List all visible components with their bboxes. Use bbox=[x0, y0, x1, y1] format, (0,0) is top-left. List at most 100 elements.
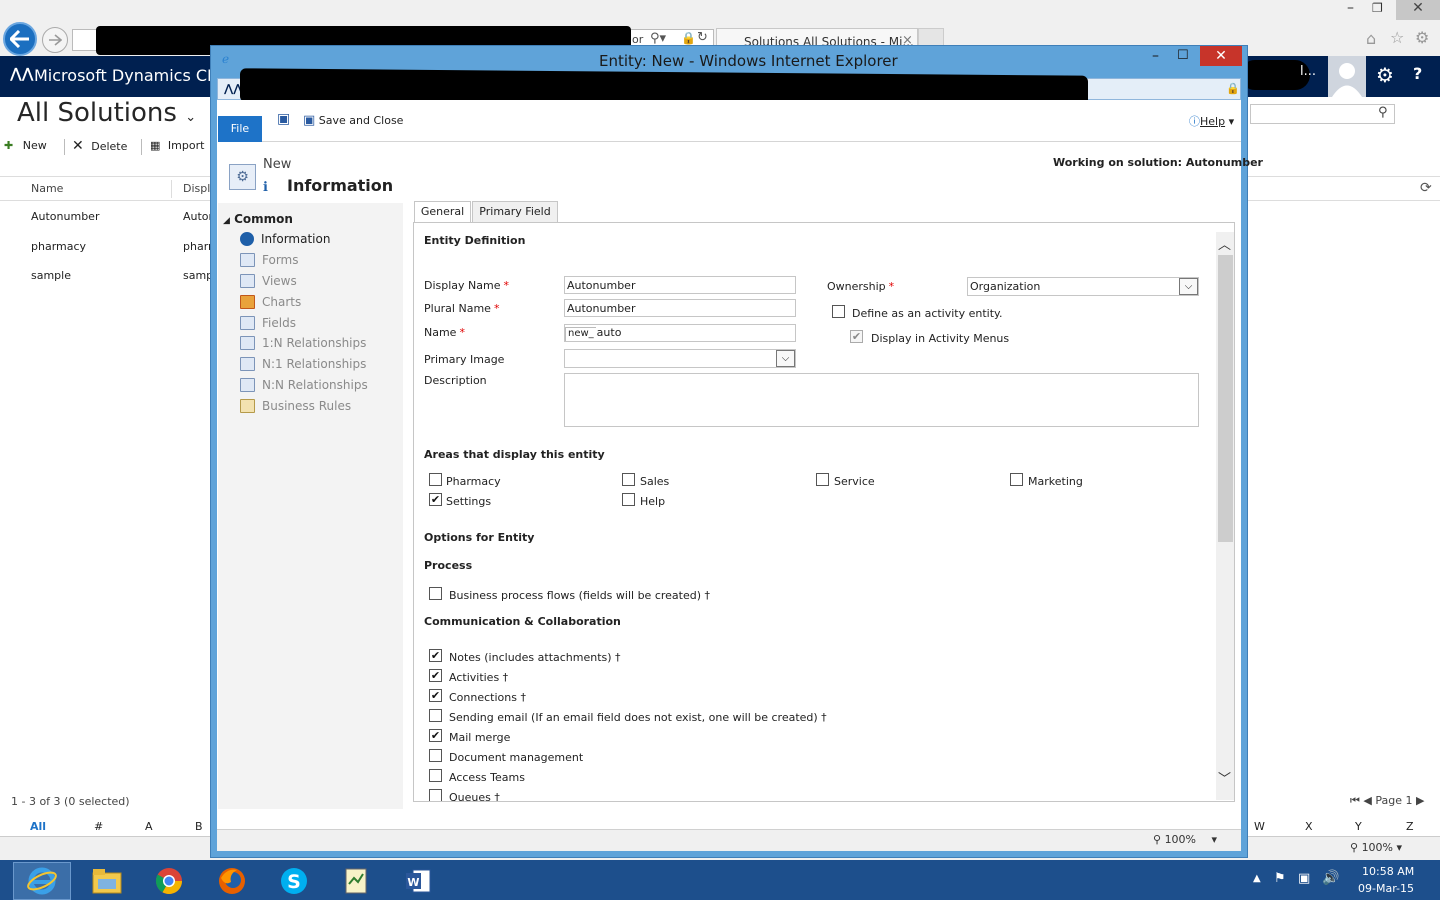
popup-minimize-icon[interactable]: – bbox=[1152, 48, 1159, 64]
alpha-y[interactable]: Y bbox=[1355, 820, 1362, 833]
mail-merge-checkbox[interactable]: ✔ bbox=[429, 729, 442, 742]
scrollbar-thumb[interactable] bbox=[1218, 255, 1233, 542]
new-button[interactable]: ✚ New bbox=[4, 139, 47, 152]
notes-checkbox[interactable]: ✔ bbox=[429, 649, 442, 662]
avatar[interactable] bbox=[1328, 56, 1366, 97]
nav-item-fields[interactable]: Fields bbox=[240, 314, 296, 332]
back-button[interactable] bbox=[3, 22, 37, 56]
description-textarea[interactable] bbox=[564, 373, 1199, 427]
home-icon[interactable]: ⌂ bbox=[1366, 29, 1376, 48]
zoom-dropdown-icon[interactable]: ▾ bbox=[1212, 833, 1218, 846]
settings-gear-icon[interactable]: ⚙ bbox=[1376, 63, 1394, 87]
delete-button[interactable]: ✕ Delete bbox=[72, 138, 127, 154]
file-button[interactable]: File bbox=[218, 116, 262, 142]
taskbar-explorer-icon[interactable] bbox=[78, 862, 136, 900]
taskbar-chrome-icon[interactable] bbox=[140, 862, 198, 900]
tab-general[interactable]: General bbox=[414, 201, 471, 223]
nav-item-forms[interactable]: Forms bbox=[240, 251, 298, 269]
prev-page-icon[interactable]: ◀ bbox=[1363, 794, 1371, 807]
tray-network-icon[interactable]: ▣ bbox=[1298, 871, 1310, 886]
forward-button[interactable] bbox=[42, 27, 68, 53]
first-page-icon[interactable]: ⏮ bbox=[1350, 794, 1360, 807]
tray-date[interactable]: 09-Mar-15 bbox=[1358, 882, 1414, 895]
tab-primary-field[interactable]: Primary Field bbox=[472, 201, 558, 223]
nav-item-business-rules[interactable]: Business Rules bbox=[240, 397, 351, 415]
taskbar-skype-icon[interactable]: S bbox=[265, 862, 323, 900]
activities-checkbox[interactable]: ✔ bbox=[429, 669, 442, 682]
bg-zoom[interactable]: ⚲ 100% ▾ bbox=[1350, 841, 1402, 854]
document-management-checkbox[interactable] bbox=[429, 749, 442, 762]
area-settings-checkbox[interactable]: ✔ bbox=[429, 493, 442, 506]
area-pharmacy-checkbox[interactable] bbox=[429, 473, 442, 486]
nav-item-n1-relationships[interactable]: N:1 Relationships bbox=[240, 355, 366, 373]
save-icon[interactable]: ▣ bbox=[277, 111, 290, 127]
grid-refresh-icon[interactable]: ⟳ bbox=[1420, 180, 1432, 196]
user-ellipsis[interactable]: l... bbox=[1300, 64, 1316, 79]
area-sales-checkbox[interactable] bbox=[622, 473, 635, 486]
page-title[interactable]: All Solutions ⌄ bbox=[17, 98, 196, 128]
tray-volume-icon[interactable]: 🔊 bbox=[1322, 870, 1339, 886]
nav-item-nn-relationships[interactable]: N:N Relationships bbox=[240, 376, 368, 394]
save-close-button[interactable]: ▣ Save and Close bbox=[303, 113, 403, 128]
scroll-down-icon[interactable]: ﹀ bbox=[1218, 768, 1231, 787]
ownership-select[interactable]: Organization bbox=[967, 277, 1199, 296]
tray-time[interactable]: 10:58 AM bbox=[1362, 865, 1414, 878]
queues-checkbox[interactable] bbox=[429, 789, 442, 801]
area-service-checkbox[interactable] bbox=[816, 473, 829, 486]
popup-zoom[interactable]: ⚲ 100% ▾ bbox=[1153, 833, 1217, 846]
sending-email-checkbox[interactable] bbox=[429, 709, 442, 722]
taskbar-ie-icon[interactable] bbox=[13, 862, 71, 900]
area-marketing-checkbox[interactable] bbox=[1010, 473, 1023, 486]
primary-image-dropdown-icon[interactable]: ⌵ bbox=[776, 350, 795, 367]
tools-gear-icon[interactable]: ⚙ bbox=[1415, 28, 1429, 47]
access-teams-checkbox[interactable] bbox=[429, 769, 442, 782]
nav-group-common[interactable]: ◢ Common bbox=[223, 212, 293, 226]
ownership-dropdown-icon[interactable]: ⌵ bbox=[1179, 278, 1198, 295]
taskbar-firefox-icon[interactable] bbox=[203, 862, 261, 900]
nav-item-views[interactable]: Views bbox=[240, 272, 297, 290]
alpha-b[interactable]: B bbox=[195, 820, 203, 833]
help-icon[interactable]: ? bbox=[1413, 64, 1422, 83]
next-page-icon[interactable]: ▶ bbox=[1416, 794, 1424, 807]
connections-checkbox[interactable]: ✔ bbox=[429, 689, 442, 702]
table-row[interactable]: sample samp bbox=[31, 269, 213, 282]
activity-entity-checkbox[interactable] bbox=[832, 305, 845, 318]
taskbar-notepad-icon[interactable] bbox=[327, 862, 385, 900]
tray-flag-icon[interactable]: ⚑ bbox=[1274, 871, 1286, 886]
display-name-field[interactable]: Autonumber bbox=[564, 276, 796, 294]
row-name[interactable]: Autonumber bbox=[31, 210, 99, 223]
search-icon[interactable]: ⚲ bbox=[1378, 105, 1388, 120]
alpha-a[interactable]: A bbox=[145, 820, 153, 833]
popup-close-button[interactable]: ✕ bbox=[1200, 46, 1242, 66]
crm-brand[interactable]: Microsoft Dynamics CRI bbox=[34, 66, 223, 85]
row-name[interactable]: pharmacy bbox=[31, 240, 86, 253]
primary-image-select[interactable] bbox=[564, 349, 796, 368]
alpha-all[interactable]: All bbox=[30, 820, 46, 833]
bg-minimize-icon[interactable]: – bbox=[1347, 0, 1354, 16]
refresh-icon[interactable]: ↻ bbox=[697, 30, 708, 45]
scroll-up-icon[interactable]: ︿ bbox=[1218, 234, 1231, 253]
alpha-hash[interactable]: # bbox=[94, 820, 103, 833]
help-menu[interactable]: ⓘHelp ▾ bbox=[1189, 113, 1234, 129]
nav-item-1n-relationships[interactable]: 1:N Relationships bbox=[240, 334, 366, 352]
bg-restore-icon[interactable]: ❐ bbox=[1372, 1, 1383, 15]
column-header-name[interactable]: Name bbox=[31, 182, 63, 195]
taskbar-word-icon[interactable]: W bbox=[389, 862, 447, 900]
tray-show-hidden-icon[interactable]: ▲ bbox=[1253, 873, 1261, 884]
nav-item-information[interactable]: Information bbox=[240, 230, 330, 248]
table-row[interactable]: Autonumber Autor bbox=[31, 210, 213, 223]
favorites-icon[interactable]: ☆ bbox=[1390, 28, 1404, 47]
popup-maximize-icon[interactable]: ☐ bbox=[1177, 48, 1189, 63]
crm-search-box[interactable] bbox=[1250, 104, 1395, 124]
bpf-checkbox[interactable] bbox=[429, 587, 442, 600]
row-name[interactable]: sample bbox=[31, 269, 71, 282]
plural-name-field[interactable]: Autonumber bbox=[564, 299, 796, 317]
name-field[interactable]: new_ auto bbox=[564, 324, 796, 342]
address-search-icon[interactable]: ⚲▾ bbox=[650, 31, 666, 46]
alpha-x[interactable]: X bbox=[1305, 820, 1313, 833]
alpha-w[interactable]: W bbox=[1254, 820, 1265, 833]
pager[interactable]: ⏮ ◀ Page 1 ▶ bbox=[1350, 794, 1424, 808]
table-row[interactable]: pharmacy pharn bbox=[31, 240, 215, 253]
alpha-z[interactable]: Z bbox=[1406, 820, 1414, 833]
area-help-checkbox[interactable] bbox=[622, 493, 635, 506]
